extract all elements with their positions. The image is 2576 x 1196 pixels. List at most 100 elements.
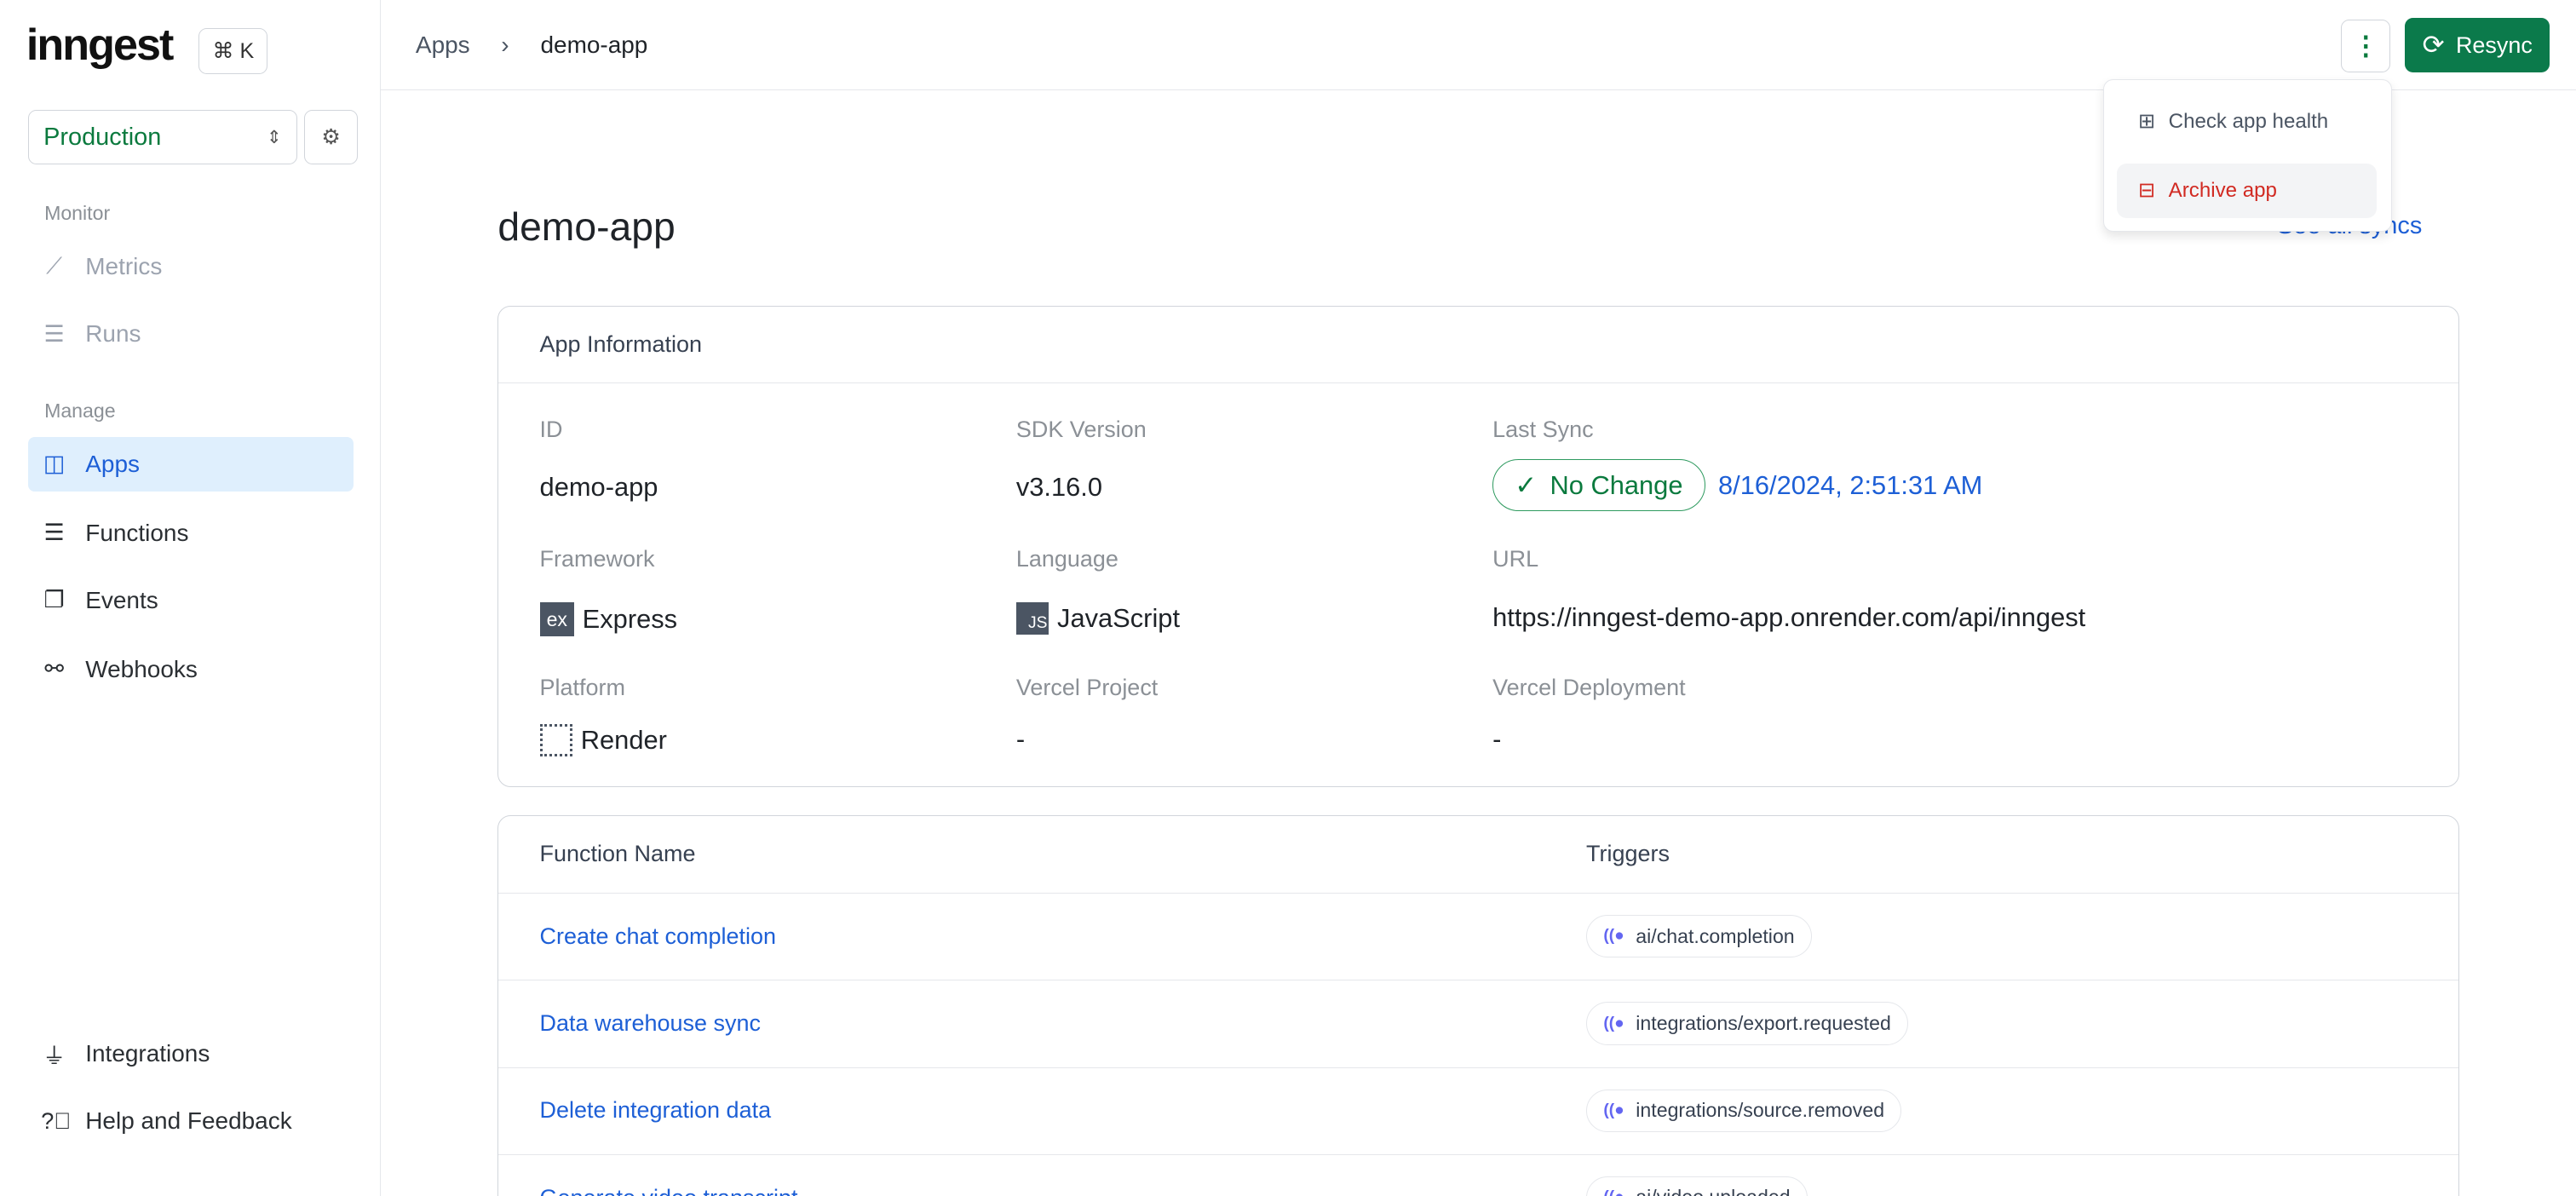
function-link[interactable]: Create chat completion [540, 923, 777, 950]
table-row: Generate video transcript ((● ai/video.upl… [498, 1153, 2459, 1196]
language-text: JavaScript [1057, 603, 1181, 634]
function-link[interactable]: Generate video transcript [540, 1185, 798, 1196]
sync-time-link[interactable]: 8/16/2024, 2:51:31 AM [1718, 470, 1982, 501]
vercel-project-label: Vercel Project [1015, 674, 1159, 700]
first-aid-icon: ⊞ [2138, 110, 2156, 134]
resync-label: Resync [2455, 32, 2533, 58]
webhook-icon: ⚯ [44, 656, 64, 682]
sliders-icon: ⚙ [321, 125, 341, 150]
help-icon: ?⃝ [41, 1107, 72, 1134]
kebab-icon: ⋮ [2352, 30, 2379, 60]
menu-item-label: Check app health [2168, 109, 2329, 133]
command-palette-button[interactable]: ⌘ K [198, 27, 268, 74]
column-function-name: Function Name [539, 841, 696, 867]
trigger-badge[interactable]: ((● ai/video.uploaded [1586, 1176, 1808, 1196]
column-triggers: Triggers [1586, 841, 1670, 867]
app-options-menu: ⊞ Check app health ⊟ Archive app [2102, 78, 2392, 232]
platform-label: Platform [539, 674, 626, 700]
vercel-deployment-value: - [1492, 723, 1502, 754]
sdk-value: v3.16.0 [1015, 472, 1103, 503]
environment-select[interactable]: Production ⇕ [27, 110, 298, 164]
platform-text: Render [580, 724, 667, 755]
refresh-icon: ⟳ [2422, 30, 2445, 60]
event-icon: ((● [1603, 1101, 1624, 1119]
apps-icon: ◫ [43, 451, 66, 477]
sidebar-item-label: Metrics [85, 253, 163, 280]
environment-label: Production [43, 123, 162, 151]
sidebar-item-integrations[interactable]: ⏚ Integrations [28, 1026, 354, 1081]
function-link[interactable]: Data warehouse sync [540, 1010, 762, 1037]
sidebar-item-label: Apps [85, 450, 140, 477]
framework-label: Framework [539, 546, 655, 572]
card-heading: App Information [498, 307, 2459, 384]
event-icon: ((● [1603, 1014, 1624, 1032]
language-label: Language [1015, 546, 1118, 572]
trigger-text: ai/chat.completion [1636, 924, 1795, 947]
functions-table: Function Name Triggers Create chat comple… [497, 814, 2460, 1196]
top-bar [381, 0, 2576, 91]
inngest-logo[interactable]: inngest [26, 20, 175, 71]
sidebar-item-label: Help and Feedback [85, 1107, 292, 1135]
trigger-text: integrations/source.removed [1636, 1099, 1885, 1122]
sync-status-badge: ✓ No Change [1492, 459, 1705, 512]
chevron-up-down-icon: ⇕ [266, 127, 282, 147]
functions-icon: ☰ [43, 520, 65, 546]
sidebar-item-label: Webhooks [85, 655, 198, 682]
function-link[interactable]: Delete integration data [540, 1097, 772, 1124]
event-icon: ((● [1603, 927, 1624, 946]
archive-icon: ⊟ [2138, 179, 2156, 203]
sidebar-item-metrics[interactable]: ⟋ Metrics [28, 240, 354, 295]
vercel-project-value: - [1015, 723, 1026, 754]
sidebar-item-webhooks[interactable]: ⚯ Webhooks [28, 642, 354, 697]
sidebar-item-functions[interactable]: ☰ Functions [28, 506, 354, 561]
trigger-badge[interactable]: ((● integrations/export.requested [1586, 1002, 1909, 1045]
table-row: Create chat completion ((● ai/chat.complet… [498, 893, 2459, 980]
check-icon: ✓ [1515, 469, 1538, 500]
sync-status-text: No Change [1550, 469, 1683, 500]
javascript-icon: JS [1015, 601, 1049, 635]
section-manage: Manage [44, 399, 116, 422]
table-row: Data warehouse sync ((● integrations/expor… [498, 980, 2459, 1067]
sidebar-item-label: Functions [85, 519, 189, 546]
plug-icon: ⏚ [43, 1043, 66, 1069]
sidebar-item-label: Runs [85, 320, 141, 348]
trigger-text: integrations/export.requested [1636, 1012, 1891, 1035]
resync-button[interactable]: ⟳ Resync [2405, 18, 2550, 72]
sidebar-item-events[interactable]: ❐ Events [28, 573, 354, 628]
id-value: demo-app [539, 472, 658, 503]
sidebar: inngest ⌘ K Production ⇕ ⚙ Monitor ⟋ Metri… [0, 0, 382, 1196]
url-value: https://inngest-demo-app.onrender.com/ap… [1492, 601, 2086, 632]
sidebar-item-label: Integrations [85, 1040, 210, 1067]
sidebar-item-label: Events [85, 586, 158, 613]
event-icon: ((● [1603, 1188, 1624, 1196]
trigger-text: ai/video.uploaded [1636, 1186, 1790, 1196]
language-value: JS JavaScript [1015, 601, 1181, 635]
render-icon [539, 723, 573, 757]
sidebar-item-apps[interactable]: ◫ Apps [27, 436, 354, 492]
more-options-button[interactable]: ⋮ [2341, 20, 2391, 72]
section-monitor: Monitor [44, 202, 111, 225]
trigger-badge[interactable]: ((● ai/chat.completion [1586, 915, 1812, 958]
menu-item-label: Archive app [2168, 178, 2277, 202]
trigger-badge[interactable]: ((● integrations/source.removed [1586, 1089, 1902, 1132]
last-sync: ✓ No Change 8/16/2024, 2:51:31 AM [1492, 459, 1982, 512]
vercel-deployment-label: Vercel Deployment [1492, 674, 1686, 700]
sidebar-item-runs[interactable]: ☰ Runs [28, 308, 354, 362]
framework-value: ex Express [539, 601, 677, 637]
breadcrumb-current: demo-app [540, 31, 648, 58]
id-label: ID [539, 416, 563, 442]
app-information-card: App Information ID demo-app SDK Version … [497, 305, 2460, 787]
chevron-right-icon: › [501, 31, 509, 58]
sidebar-item-help[interactable]: ?⃝ Help and Feedback [28, 1094, 354, 1148]
table-row: Delete integration data ((● integrations/s… [498, 1067, 2459, 1154]
page-title: demo-app [497, 204, 676, 250]
events-icon: ❐ [43, 587, 65, 613]
chart-icon: ⟋ [46, 253, 63, 279]
url-label: URL [1492, 546, 1539, 572]
menu-item-check-health[interactable]: ⊞ Check app health [2117, 95, 2377, 149]
table-header: Function Name Triggers [498, 816, 2458, 894]
breadcrumb-apps[interactable]: Apps [416, 32, 470, 59]
last-sync-label: Last Sync [1492, 416, 1594, 442]
menu-item-archive[interactable]: ⊟ Archive app [2116, 163, 2377, 218]
settings-sliders-button[interactable]: ⚙ [303, 110, 359, 164]
